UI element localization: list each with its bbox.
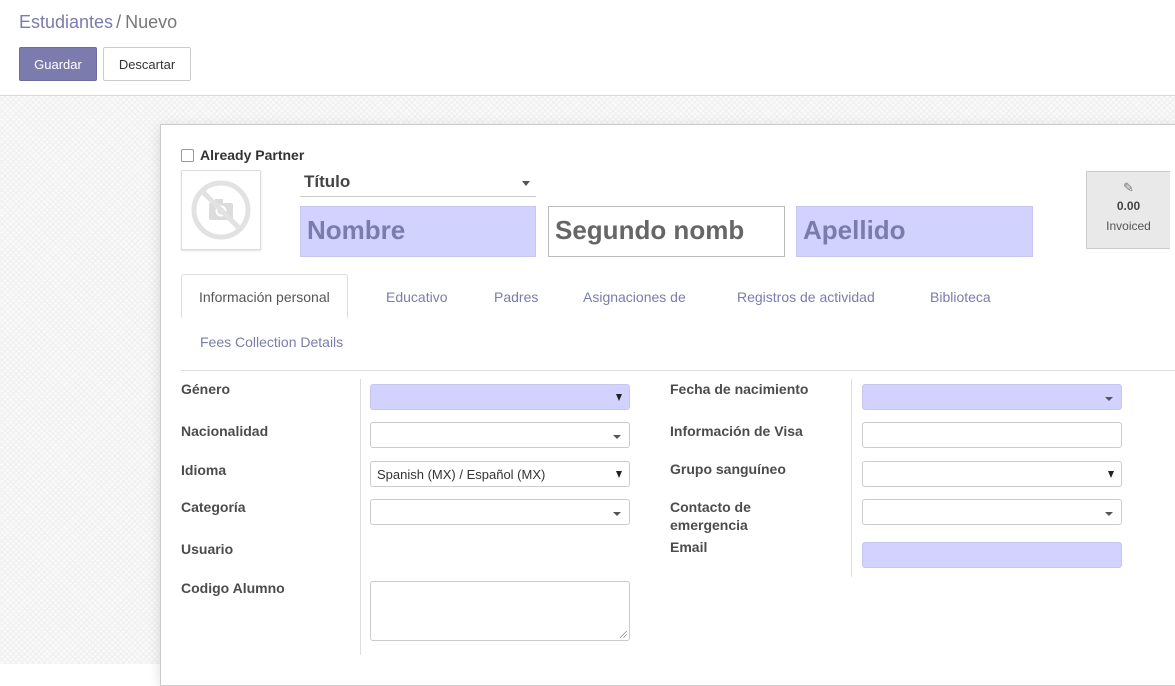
language-label: Idioma: [181, 462, 227, 478]
tab-informacion-personal[interactable]: Información personal: [181, 274, 348, 318]
control-panel: Estudiantes / Nuevo Guardar Descartar: [0, 0, 1175, 96]
visa-info-input[interactable]: [862, 422, 1122, 448]
category-select[interactable]: [370, 499, 630, 525]
notebook-tabs: Información personal Educativo Padres As…: [181, 274, 1175, 371]
student-photo[interactable]: [181, 170, 261, 250]
tab-registros-actividad[interactable]: Registros de actividad: [737, 289, 875, 305]
nationality-select[interactable]: [370, 422, 630, 448]
birth-date-picker[interactable]: [862, 384, 1122, 410]
email-label: Email: [670, 539, 708, 555]
dropdown-arrow-icon: [616, 471, 622, 478]
student-code-textarea[interactable]: [370, 581, 630, 641]
tab-padres[interactable]: Padres: [494, 289, 538, 305]
tab-biblioteca[interactable]: Biblioteca: [930, 289, 991, 305]
no-photo-icon: [191, 180, 251, 240]
chevron-down-icon: [1105, 397, 1113, 401]
breadcrumb-students-link[interactable]: Estudiantes: [19, 12, 113, 32]
middle-name-input[interactable]: Segundo nomb: [548, 206, 785, 257]
title-select[interactable]: Título: [300, 171, 536, 197]
user-label: Usuario: [181, 541, 234, 557]
form-sheet: Already Partner Título Nombre Segundo no…: [160, 124, 1175, 686]
language-select-value: Spanish (MX) / Español (MX): [377, 467, 546, 482]
emergency-contact-select[interactable]: [862, 499, 1122, 525]
tab-asignaciones[interactable]: Asignaciones de: [583, 289, 686, 305]
nationality-label: Nacionalidad: [181, 423, 269, 439]
breadcrumb: Estudiantes / Nuevo: [19, 12, 177, 33]
visa-info-label: Información de Visa: [670, 423, 803, 439]
right-column-divider: [851, 379, 852, 577]
chevron-down-icon: [1105, 512, 1113, 516]
already-partner-row: Already Partner: [181, 147, 304, 163]
breadcrumb-separator: /: [116, 12, 122, 32]
student-code-label: Codigo Alumno: [181, 580, 285, 596]
title-select-value: Título: [304, 172, 351, 191]
save-button[interactable]: Guardar: [19, 47, 97, 81]
invoiced-amount: 0.00: [1116, 199, 1141, 213]
already-partner-checkbox[interactable]: [181, 148, 194, 162]
left-column-divider: [360, 379, 361, 655]
tab-educativo[interactable]: Educativo: [386, 289, 447, 305]
category-label: Categoría: [181, 499, 246, 515]
already-partner-label: Already Partner: [200, 147, 305, 163]
gender-select[interactable]: [370, 384, 630, 410]
breadcrumb-current: Nuevo: [125, 12, 178, 32]
discard-button[interactable]: Descartar: [103, 47, 191, 81]
chevron-down-icon: [522, 181, 530, 186]
first-name-input[interactable]: Nombre: [300, 206, 536, 257]
chevron-down-icon: [613, 512, 621, 516]
emergency-contact-label: Contacto de emergencia: [670, 499, 751, 533]
dropdown-arrow-icon: [1108, 471, 1114, 478]
resize-handle-icon[interactable]: [620, 631, 627, 638]
tab-fees-collection[interactable]: Fees Collection Details: [200, 334, 343, 350]
blood-group-select[interactable]: [862, 461, 1122, 487]
birth-date-label: Fecha de nacimiento: [670, 381, 809, 397]
gender-label: Género: [181, 381, 231, 397]
email-input[interactable]: [862, 542, 1122, 568]
language-select[interactable]: Spanish (MX) / Español (MX): [370, 461, 630, 487]
form-content-area: Already Partner Título Nombre Segundo no…: [0, 96, 1175, 686]
chevron-down-icon: [613, 435, 621, 439]
edit-icon: ✎: [1123, 180, 1134, 195]
dropdown-arrow-icon: [616, 394, 622, 401]
invoiced-label: Invoiced: [1106, 219, 1151, 233]
invoiced-stat-button[interactable]: ✎ 0.00 Invoiced: [1086, 171, 1170, 249]
last-name-input[interactable]: Apellido: [796, 206, 1033, 257]
blood-group-label: Grupo sanguíneo: [670, 461, 786, 477]
